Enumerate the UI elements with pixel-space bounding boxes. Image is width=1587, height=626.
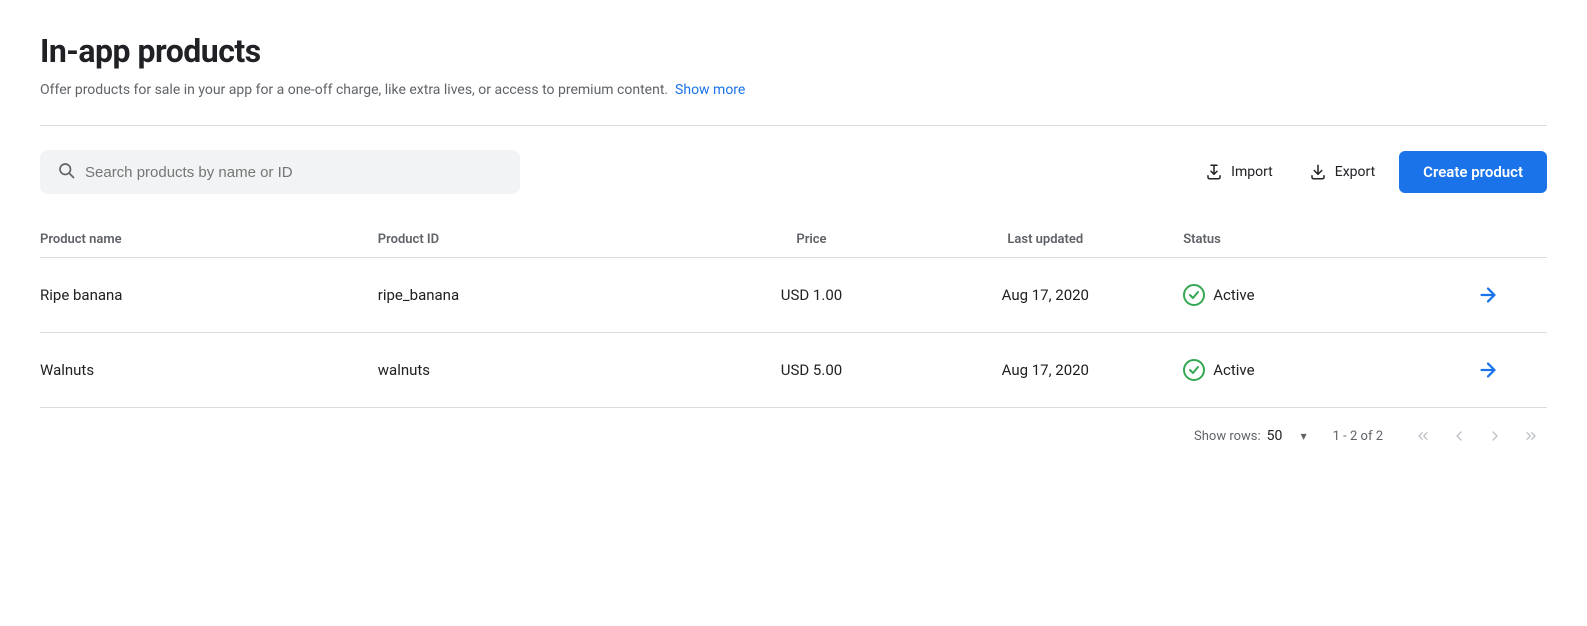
cell-id-1: walnuts: [378, 333, 716, 408]
cell-price-0: USD 1.00: [716, 258, 924, 333]
pagination-info: 1 - 2 of 2: [1333, 429, 1383, 444]
import-button[interactable]: Import: [1193, 155, 1285, 189]
next-page-button[interactable]: [1479, 424, 1511, 448]
status-active-icon-1: [1183, 359, 1205, 381]
page-title: In-app products: [40, 32, 1547, 70]
col-header-name: Product name: [40, 222, 378, 258]
table-row[interactable]: Ripe banana ripe_banana USD 1.00 Aug 17,…: [40, 258, 1547, 333]
search-box: [40, 150, 520, 194]
cell-updated-1: Aug 17, 2020: [923, 333, 1183, 408]
last-page-button[interactable]: [1515, 424, 1547, 448]
status-badge-1: Active: [1183, 359, 1453, 381]
cell-arrow-0: [1469, 258, 1547, 333]
cell-id-0: ripe_banana: [378, 258, 716, 333]
col-header-status: Status: [1183, 222, 1469, 258]
row-detail-button-0[interactable]: [1469, 280, 1507, 310]
arrow-right-icon-0: [1477, 284, 1499, 306]
export-button[interactable]: Export: [1297, 155, 1387, 189]
subtitle-text: Offer products for sale in your app for …: [40, 82, 668, 98]
rows-per-page-wrapper: 10 25 50 100: [1267, 428, 1309, 444]
rows-per-page-select[interactable]: 10 25 50 100: [1267, 428, 1309, 444]
cell-arrow-1: [1469, 333, 1547, 408]
export-icon: [1309, 163, 1327, 181]
first-page-button[interactable]: [1407, 424, 1439, 448]
col-header-price: Price: [716, 222, 924, 258]
arrow-right-icon-1: [1477, 359, 1499, 381]
col-header-id: Product ID: [378, 222, 716, 258]
cell-status-0: Active: [1183, 258, 1469, 333]
prev-page-button[interactable]: [1443, 424, 1475, 448]
table-footer: Show rows: 10 25 50 100 1 - 2 of 2: [40, 408, 1547, 448]
import-icon: [1205, 163, 1223, 181]
table-header: Product name Product ID Price Last updat…: [40, 222, 1547, 258]
cell-name-0: Ripe banana: [40, 258, 378, 333]
toolbar: Import Export Create product: [40, 150, 1547, 194]
cell-name-1: Walnuts: [40, 333, 378, 408]
status-label-0: Active: [1213, 286, 1254, 304]
row-detail-button-1[interactable]: [1469, 355, 1507, 385]
export-label: Export: [1335, 164, 1375, 180]
show-more-link[interactable]: Show more: [675, 82, 745, 98]
status-badge-0: Active: [1183, 284, 1453, 306]
cell-updated-0: Aug 17, 2020: [923, 258, 1183, 333]
search-input[interactable]: [85, 164, 503, 181]
col-header-updated: Last updated: [923, 222, 1183, 258]
import-label: Import: [1231, 164, 1273, 180]
show-rows-label: Show rows:: [1194, 429, 1261, 444]
table-body: Ripe banana ripe_banana USD 1.00 Aug 17,…: [40, 258, 1547, 408]
create-product-button[interactable]: Create product: [1399, 151, 1547, 193]
rows-selector: Show rows: 10 25 50 100: [1194, 428, 1309, 444]
search-icon: [57, 161, 75, 183]
cell-status-1: Active: [1183, 333, 1469, 408]
status-active-icon-0: [1183, 284, 1205, 306]
products-table: Product name Product ID Price Last updat…: [40, 222, 1547, 408]
page-subtitle: Offer products for sale in your app for …: [40, 80, 1547, 101]
pagination-buttons: [1407, 424, 1547, 448]
section-divider: [40, 125, 1547, 126]
cell-price-1: USD 5.00: [716, 333, 924, 408]
table-row[interactable]: Walnuts walnuts USD 5.00 Aug 17, 2020 Ac…: [40, 333, 1547, 408]
status-label-1: Active: [1213, 361, 1254, 379]
